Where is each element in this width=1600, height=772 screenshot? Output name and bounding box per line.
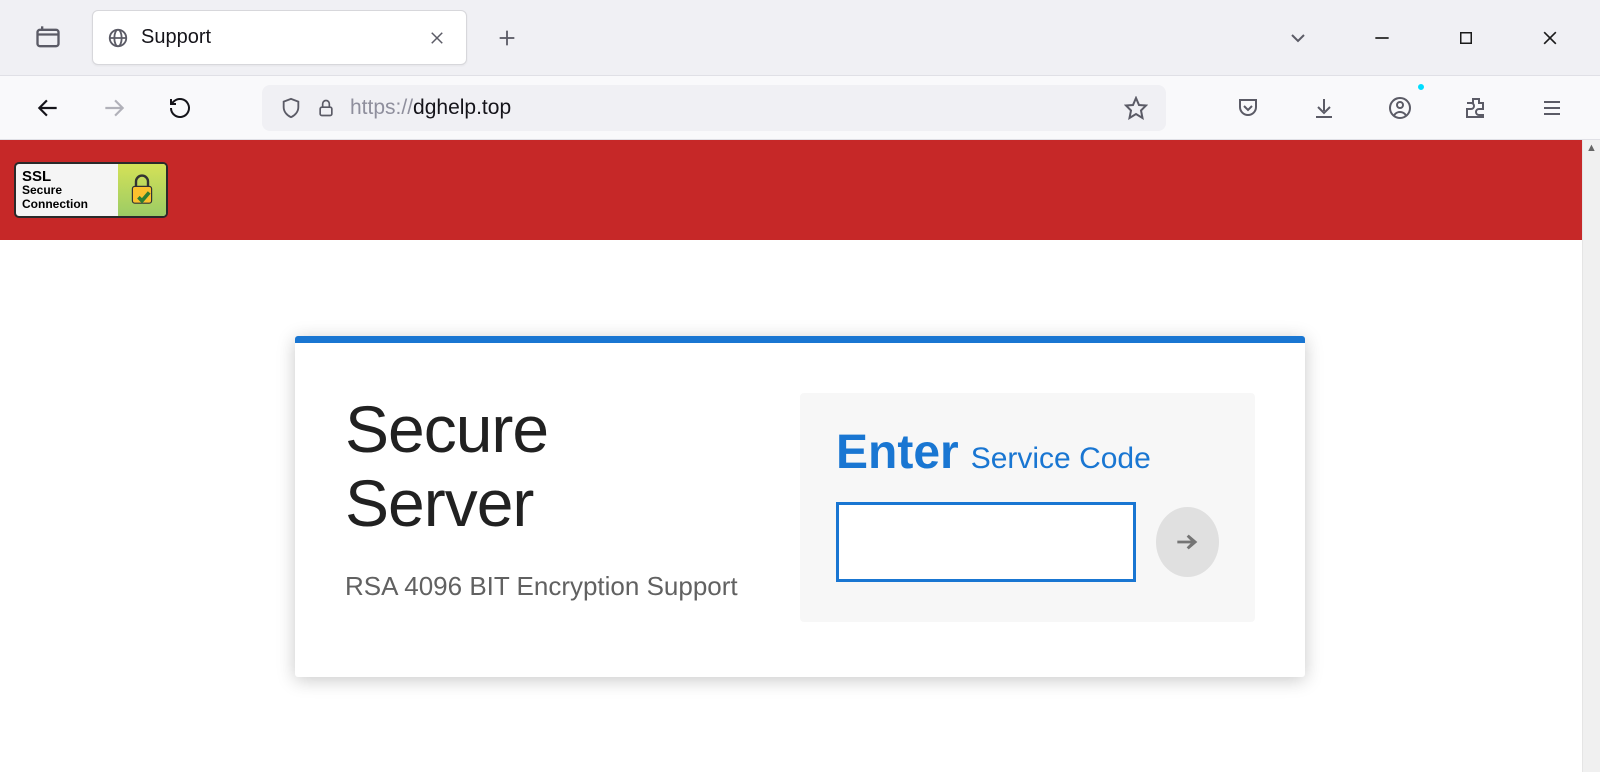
browser-tab[interactable]: Support	[92, 10, 467, 65]
forward-button[interactable]	[90, 84, 138, 132]
tab-strip: Support	[0, 0, 1600, 75]
ssl-badge-line2: Secure	[22, 184, 112, 197]
main-card: Secure Server RSA 4096 BIT Encryption Su…	[295, 336, 1305, 677]
tabstrip-right	[1276, 26, 1600, 50]
window-minimize-button[interactable]	[1360, 28, 1404, 48]
notification-dot-icon	[1416, 82, 1426, 92]
tab-title: Support	[141, 26, 410, 49]
submit-button[interactable]	[1156, 507, 1219, 577]
window-maximize-button[interactable]	[1444, 29, 1488, 47]
reload-button[interactable]	[156, 84, 204, 132]
url-text: https://dghelp.top	[350, 96, 511, 120]
downloads-icon[interactable]	[1300, 84, 1348, 132]
ssl-badge-line3: Connection	[22, 198, 112, 211]
window-close-button[interactable]	[1528, 28, 1572, 48]
back-button[interactable]	[24, 84, 72, 132]
page-header-bar: SSL Secure Connection	[0, 140, 1600, 240]
close-tab-button[interactable]	[422, 25, 452, 51]
recent-activity-icon[interactable]	[24, 24, 72, 52]
ssl-badge-text: SSL Secure Connection	[16, 167, 118, 212]
globe-icon	[107, 27, 129, 49]
toolbar-right	[1224, 84, 1576, 132]
page-title-line1: Secure	[345, 392, 548, 466]
url-domain: dghelp.top	[413, 96, 511, 119]
content-stage: Secure Server RSA 4096 BIT Encryption Su…	[0, 240, 1600, 677]
bookmark-star-icon[interactable]	[1124, 96, 1148, 120]
enter-label-bold: Enter	[836, 425, 959, 480]
scroll-up-arrow-icon[interactable]: ▲	[1583, 142, 1600, 154]
ssl-badge-lock-icon	[118, 164, 166, 216]
enter-label-rest: Service Code	[971, 442, 1151, 476]
app-menu-icon[interactable]	[1528, 84, 1576, 132]
page-subtitle: RSA 4096 BIT Encryption Support	[345, 571, 770, 602]
account-icon[interactable]	[1376, 84, 1424, 132]
list-all-tabs-button[interactable]	[1276, 26, 1320, 50]
card-left: Secure Server RSA 4096 BIT Encryption Su…	[345, 393, 770, 622]
shield-icon[interactable]	[280, 97, 302, 119]
url-scheme: https://	[350, 96, 413, 119]
nav-toolbar: https://dghelp.top	[0, 75, 1600, 140]
ssl-badge-line1: SSL	[22, 169, 112, 184]
arrow-right-icon	[1172, 526, 1204, 558]
url-bar[interactable]: https://dghelp.top	[262, 85, 1166, 131]
ssl-badge: SSL Secure Connection	[14, 162, 168, 218]
service-code-panel: Enter Service Code	[800, 393, 1255, 622]
extensions-icon[interactable]	[1452, 84, 1500, 132]
new-tab-button[interactable]	[487, 27, 527, 49]
vertical-scrollbar[interactable]: ▲	[1582, 140, 1600, 772]
code-input-row	[836, 502, 1219, 582]
pocket-icon[interactable]	[1224, 84, 1272, 132]
page-viewport: ▲ SSL Secure Connection Secure Server RS…	[0, 140, 1600, 772]
enter-label: Enter Service Code	[836, 425, 1219, 480]
lock-icon[interactable]	[316, 98, 336, 118]
page-title: Secure Server	[345, 393, 770, 541]
page-title-line2: Server	[345, 466, 533, 540]
service-code-input[interactable]	[836, 502, 1136, 582]
